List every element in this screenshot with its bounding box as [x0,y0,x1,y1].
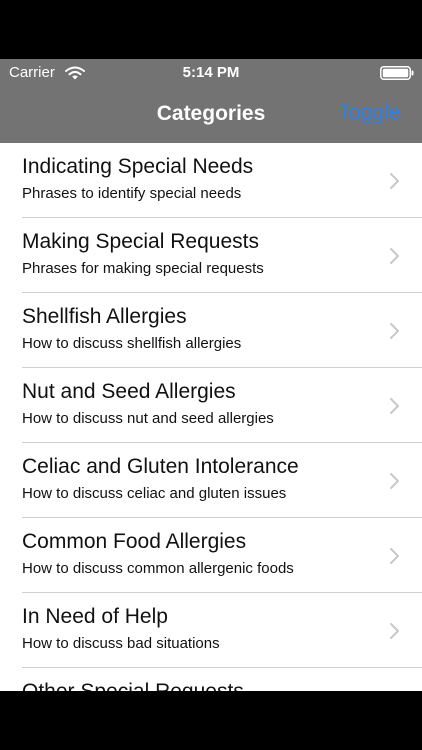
list-item[interactable]: Other Special Requests [0,668,422,691]
list-item-title: Common Food Allergies [22,530,247,553]
chevron-right-icon [390,473,399,489]
app-screen: Carrier 5:14 PM Categories Toggle Indica… [0,59,422,691]
chevron-right-icon [390,323,399,339]
list-item-subtitle: Phrases for making special requests [22,260,264,277]
list-item-subtitle: How to discuss common allergenic foods [22,560,294,577]
chevron-right-icon [390,248,399,264]
list-item-subtitle: How to discuss celiac and gluten issues [22,485,287,502]
list-item-subtitle: Phrases to identify special needs [22,185,242,202]
status-bar: Carrier 5:14 PM [0,59,422,86]
chevron-right-icon [390,623,399,639]
list-item-title: In Need of Help [22,605,168,628]
list-item-subtitle: How to discuss bad situations [22,635,220,652]
list-item[interactable]: In Need of Help How to discuss bad situa… [0,593,422,668]
battery-icon [380,66,414,80]
list-item[interactable]: Common Food Allergies How to discuss com… [0,518,422,593]
navigation-header: Carrier 5:14 PM Categories Toggle [0,59,422,143]
list-item[interactable]: Shellfish Allergies How to discuss shell… [0,293,422,368]
toggle-button[interactable]: Toggle [338,101,400,125]
list-item-subtitle: How to discuss shellfish allergies [22,335,242,352]
categories-list: Indicating Special Needs Phrases to iden… [0,143,422,691]
bottom-bezel [0,691,422,750]
list-item-title: Shellfish Allergies [22,305,187,328]
list-item[interactable]: Indicating Special Needs Phrases to iden… [0,143,422,218]
list-item-title: Making Special Requests [22,230,259,253]
list-item-title: Indicating Special Needs [22,155,254,178]
top-bezel [0,0,422,59]
status-time: 5:14 PM [182,64,240,81]
list-item[interactable]: Nut and Seed Allergies How to discuss nu… [0,368,422,443]
list-item-title: Celiac and Gluten Intolerance [22,455,299,478]
list-item[interactable]: Celiac and Gluten Intolerance How to dis… [0,443,422,518]
list-item-title: Nut and Seed Allergies [22,380,236,403]
chevron-right-icon [390,548,399,564]
chevron-right-icon [390,398,399,414]
list-item-title: Other Special Requests [22,680,244,691]
list-item-subtitle: How to discuss nut and seed allergies [22,410,274,427]
list-item[interactable]: Making Special Requests Phrases for maki… [0,218,422,293]
chevron-right-icon [390,173,399,189]
